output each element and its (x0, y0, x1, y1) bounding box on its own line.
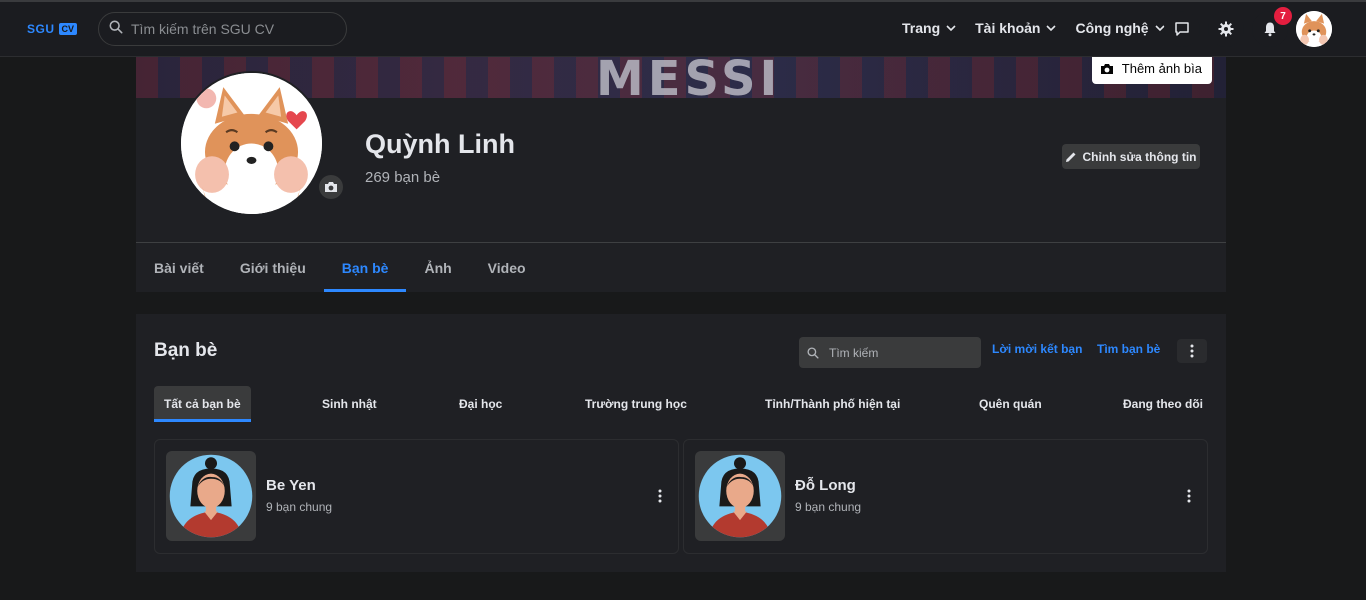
tab-about[interactable]: Giới thiệu (222, 243, 324, 292)
logo-text: SGU (27, 22, 55, 36)
settings-button[interactable] (1208, 11, 1244, 47)
nav-icons: 7 (1164, 7, 1332, 47)
search-icon (807, 346, 819, 359)
add-cover-label: Thêm ảnh bìa (1121, 61, 1202, 76)
find-friends-link[interactable]: Tìm bạn bè (1097, 342, 1160, 356)
friend-requests-link[interactable]: Lời mời kết bạn (992, 342, 1082, 356)
friend-mutual-count: 9 bạn chung (266, 500, 333, 514)
nav-menus: Trang Tài khoản Công nghệ (902, 20, 1166, 36)
global-search-input[interactable] (131, 21, 331, 37)
filter-tab-birthdays[interactable]: Sinh nhật (322, 386, 377, 421)
camera-icon (325, 182, 337, 192)
filter-tab-university[interactable]: Đại học (459, 386, 502, 421)
shiba-avatar-icon (181, 73, 322, 214)
friend-card[interactable]: Be Yen 9 bạn chung (154, 439, 679, 554)
change-avatar-button[interactable] (319, 175, 343, 199)
more-vertical-icon (658, 489, 662, 503)
friend-card[interactable]: Đỗ Long 9 bạn chung (683, 439, 1208, 554)
pencil-icon (1066, 152, 1076, 162)
friends-title: Bạn bè (154, 340, 218, 361)
filter-tab-hometown[interactable]: Quên quán (979, 386, 1042, 421)
notification-badge: 7 (1274, 7, 1292, 25)
friends-search-input[interactable] (829, 345, 969, 360)
tab-videos[interactable]: Video (470, 243, 544, 292)
filter-tab-all[interactable]: Tất cả bạn bè (154, 386, 251, 422)
friends-more-button[interactable] (1177, 339, 1207, 363)
message-icon (1175, 22, 1189, 36)
friends-search (799, 337, 981, 368)
person-avatar-icon (698, 454, 782, 538)
friends-filter-tabs: Tất cả bạn bè Sinh nhật Đại học Trường t… (154, 386, 1209, 422)
tab-photos[interactable]: Ảnh (406, 243, 469, 292)
profile-tabs: Bài viết Giới thiệu Bạn bè Ảnh Video (136, 243, 544, 292)
nav-menu-label: Tài khoản (975, 20, 1041, 36)
nav-menu-cong-nghe[interactable]: Công nghệ (1075, 20, 1165, 36)
site-logo[interactable]: SGU CV (27, 22, 78, 36)
edit-profile-button[interactable]: Chỉnh sửa thông tin (1062, 144, 1200, 169)
bell-icon (1264, 22, 1276, 37)
more-vertical-icon (1190, 344, 1194, 358)
profile-name: Quỳnh Linh (365, 129, 515, 159)
top-navbar: SGU CV Trang Tài khoản Công nghệ (0, 0, 1366, 57)
user-avatar[interactable] (1296, 11, 1332, 47)
more-vertical-icon (1187, 489, 1191, 503)
filter-tab-current-city[interactable]: Tỉnh/Thành phố hiện tại (765, 386, 900, 421)
add-cover-button[interactable]: Thêm ảnh bìa (1091, 53, 1212, 84)
filter-tab-following[interactable]: Đang theo dõi (1123, 386, 1203, 421)
shiba-avatar-icon (1296, 11, 1332, 47)
friend-name[interactable]: Đỗ Long (795, 477, 856, 494)
chevron-down-icon (1046, 25, 1057, 32)
chevron-down-icon (946, 25, 956, 32)
friend-options-button[interactable] (1181, 486, 1197, 506)
nav-menu-trang[interactable]: Trang (902, 20, 957, 36)
profile-header: MESSI Thêm ảnh bìa Quỳnh Linh 269 bạn bè… (136, 53, 1226, 292)
search-icon (109, 20, 123, 39)
person-avatar-icon (169, 454, 253, 538)
filter-tab-high-school[interactable]: Trường trung học (585, 386, 687, 421)
tab-posts[interactable]: Bài viết (136, 243, 222, 292)
friend-avatar[interactable] (166, 451, 256, 541)
global-search (98, 12, 347, 46)
nav-menu-label: Trang (902, 20, 941, 36)
messages-button[interactable] (1164, 11, 1200, 47)
profile-avatar[interactable] (179, 71, 324, 216)
friend-options-button[interactable] (652, 486, 668, 506)
friends-section: Bạn bè Lời mời kết bạn Tìm bạn bè Tất cả… (136, 314, 1226, 572)
friend-mutual-count: 9 bạn chung (795, 500, 862, 514)
friend-name[interactable]: Be Yen (266, 477, 316, 494)
camera-icon (1100, 63, 1113, 74)
tab-friends[interactable]: Bạn bè (323, 243, 407, 292)
cover-jersey-text: MESSI (596, 57, 782, 98)
edit-profile-label: Chỉnh sửa thông tin (1082, 149, 1197, 164)
profile-friend-count: 269 bạn bè (365, 169, 441, 186)
nav-menu-label: Công nghệ (1075, 20, 1149, 36)
nav-menu-tai-khoan[interactable]: Tài khoản (975, 20, 1057, 36)
friend-avatar[interactable] (695, 451, 785, 541)
gear-icon (1218, 21, 1234, 37)
notifications-button[interactable]: 7 (1252, 7, 1292, 47)
logo-badge: CV (58, 23, 78, 35)
